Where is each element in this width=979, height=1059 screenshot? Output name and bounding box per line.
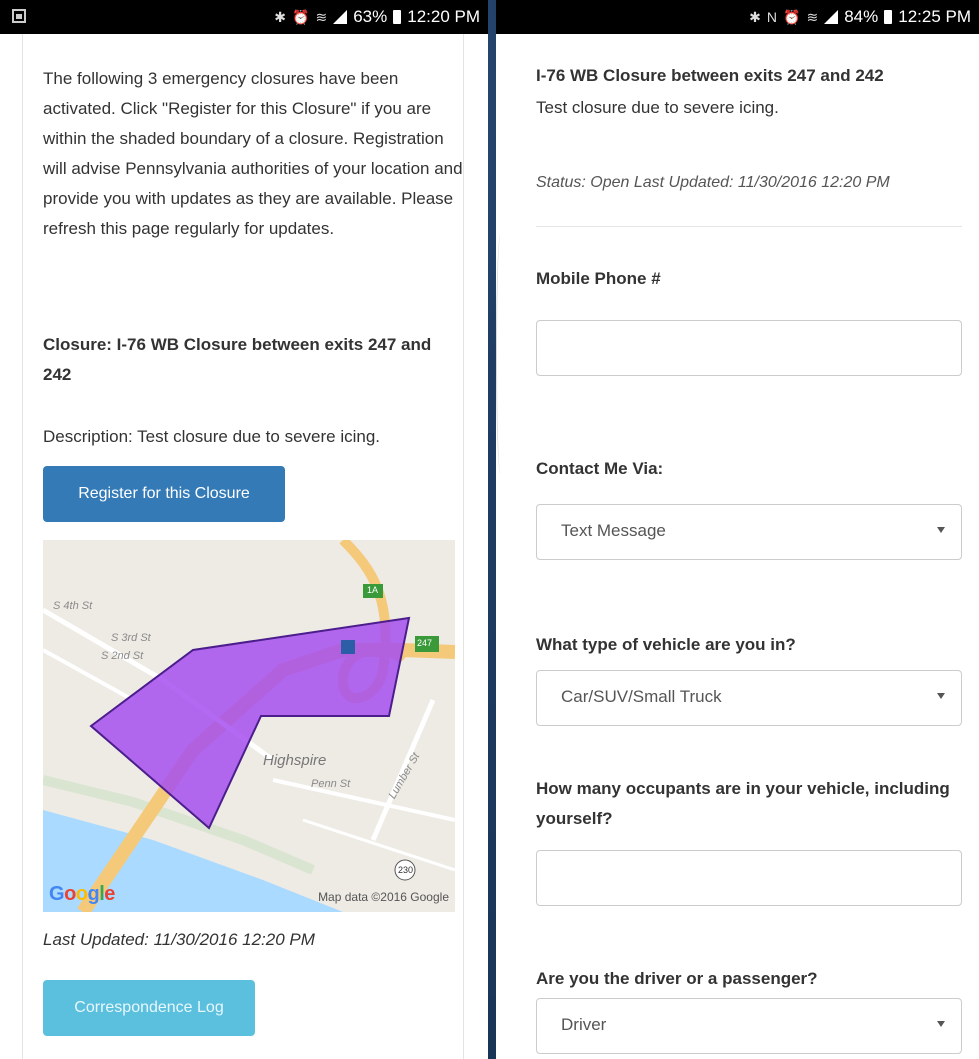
signal-icon — [824, 10, 839, 24]
divider — [536, 226, 962, 227]
local-road-4 — [272, 778, 455, 822]
mobile-phone-input[interactable] — [536, 320, 962, 376]
battery-percent: 84% — [844, 7, 879, 26]
scroll-indicator — [496, 234, 505, 474]
closure-status: Status: Open Last Updated: 11/30/2016 12… — [536, 174, 890, 191]
status-bar: ✱ ⏰ ≋ 63% 12:20 PM — [0, 0, 488, 34]
map-label-s3rd: S 3rd St — [111, 632, 151, 644]
vehicle-type-value: Car/SUV/Small Truck — [561, 687, 722, 706]
closure-description: Description: Test closure due to severe … — [43, 427, 381, 446]
closure-title: I-76 WB Closure between exits 247 and 24… — [536, 66, 884, 85]
vehicle-type-label: What type of vehicle are you in? — [536, 635, 796, 654]
contact-via-select[interactable]: Text Message — [536, 504, 962, 560]
page-content: The following 3 emergency closures have … — [0, 34, 488, 1059]
status-bar: ✱ N ⏰ ≋ 84% 12:25 PM — [496, 0, 979, 34]
page-content: I-76 WB Closure between exits 247 and 24… — [496, 34, 979, 1059]
battery-percent: 63% — [353, 7, 388, 26]
contact-via-value: Text Message — [561, 521, 666, 540]
bluetooth-icon: ✱ — [274, 8, 287, 25]
last-updated: Last Updated: 11/30/2016 12:20 PM — [43, 930, 315, 949]
battery-icon — [393, 10, 402, 24]
mobile-phone-label: Mobile Phone # — [536, 269, 661, 288]
map-graphic — [43, 540, 455, 912]
gallery-notification-icon — [12, 9, 26, 23]
google-logo[interactable]: Google — [49, 883, 115, 906]
battery-icon — [884, 10, 893, 24]
alarm-icon: ⏰ — [292, 8, 310, 25]
alarm-icon: ⏰ — [783, 8, 801, 25]
signal-icon — [333, 10, 348, 24]
map-label-s2nd: S 2nd St — [101, 650, 144, 662]
driver-passenger-select[interactable]: Driver — [536, 998, 962, 1054]
left-phone-screen: ✱ ⏰ ≋ 63% 12:20 PM The following 3 emerg… — [0, 0, 488, 1059]
wifi-icon: ≋ — [315, 8, 328, 25]
map-label-247: 247 — [417, 638, 433, 648]
register-for-closure-button[interactable]: Register for this Closure — [43, 466, 285, 522]
map-label-highspire: Highspire — [263, 752, 327, 769]
right-phone-screen: ✱ N ⏰ ≋ 84% 12:25 PM I-76 WB Closure bet… — [496, 0, 979, 1059]
vehicle-type-select[interactable]: Car/SUV/Small Truck — [536, 670, 962, 726]
wifi-icon: ≋ — [806, 8, 819, 25]
nfc-icon: N — [766, 9, 778, 25]
closure-card: The following 3 emergency closures have … — [22, 34, 464, 1059]
correspondence-log-button[interactable]: Correspondence Log — [43, 980, 255, 1036]
caret-down-icon — [937, 527, 945, 533]
status-time: 12:20 PM — [407, 7, 480, 26]
interstate-shield — [341, 640, 355, 654]
occupants-input[interactable] — [536, 850, 962, 906]
map-label-s4th: S 4th St — [53, 600, 93, 612]
map-attribution[interactable]: Map data ©2016 Google — [318, 890, 449, 904]
contact-via-label: Contact Me Via: — [536, 459, 664, 478]
status-time: 12:25 PM — [898, 7, 971, 26]
driver-passenger-value: Driver — [561, 1015, 607, 1034]
map-label-1a: 1A — [367, 585, 379, 595]
map-label-penn: Penn St — [311, 778, 351, 790]
bluetooth-icon: ✱ — [749, 8, 761, 25]
occupants-label: How many occupants are in your vehicle, … — [536, 779, 950, 828]
map-label-230: 230 — [398, 865, 414, 875]
driver-passenger-label: Are you the driver or a passenger? — [536, 969, 818, 988]
caret-down-icon — [937, 693, 945, 699]
intro-text: The following 3 emergency closures have … — [43, 69, 463, 238]
caret-down-icon — [937, 1021, 945, 1027]
closure-description: Test closure due to severe icing. — [536, 98, 779, 117]
closure-title: Closure: I-76 WB Closure between exits 2… — [43, 335, 432, 384]
registration-form-card: I-76 WB Closure between exits 247 and 24… — [520, 34, 979, 1059]
closure-map[interactable]: S 4th St S 3rd St S 2nd St Highspire Pen… — [43, 540, 455, 912]
